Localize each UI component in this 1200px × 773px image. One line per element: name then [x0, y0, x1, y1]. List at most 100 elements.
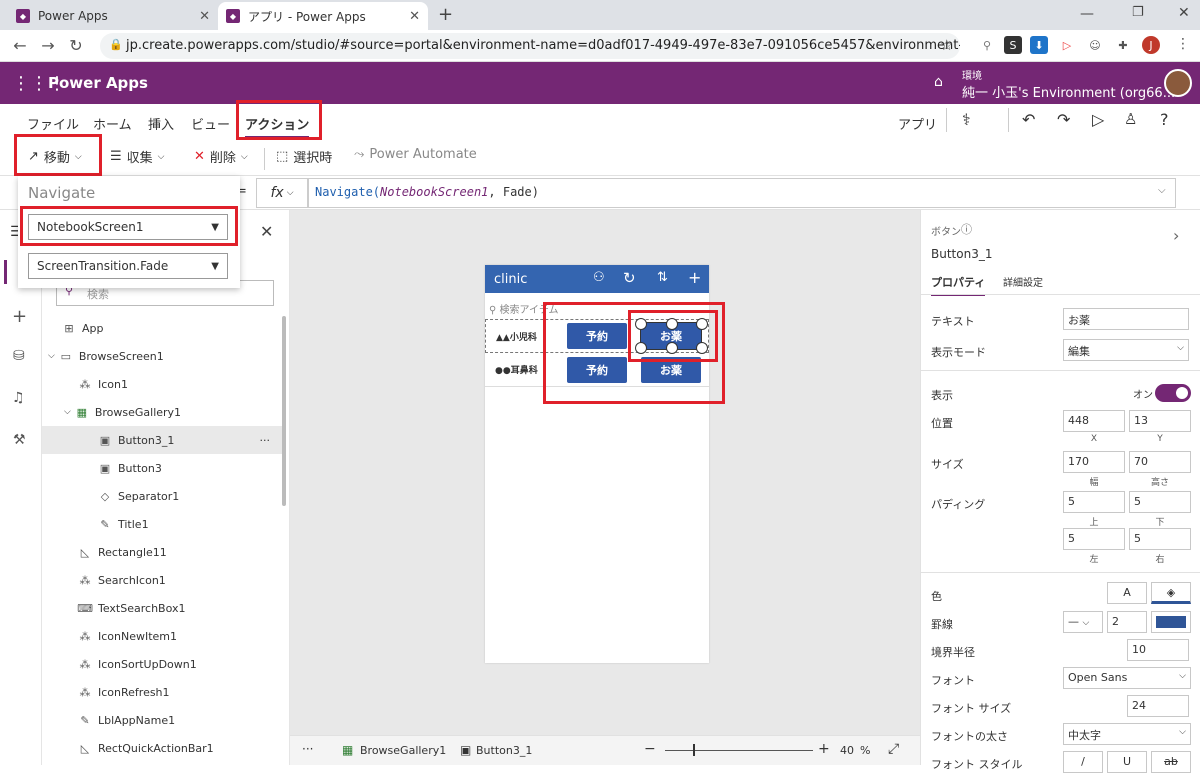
help-icon[interactable]: ? [1160, 110, 1169, 129]
app-menu[interactable]: アプリ [898, 114, 937, 133]
share-user-icon[interactable]: ♙ [1124, 110, 1137, 128]
pad-right-input[interactable]: 5 [1129, 528, 1191, 550]
zoom-slider[interactable] [665, 750, 813, 751]
width-input[interactable]: 170 [1063, 451, 1125, 473]
new-tab-icon[interactable]: + [438, 4, 453, 25]
media-icon[interactable]: ♫ [12, 390, 25, 406]
zoom-slider-thumb[interactable] [693, 744, 695, 756]
tree-node-button3-1[interactable]: ▣ Button3_1 ··· [42, 426, 284, 454]
add-icon[interactable]: + [688, 268, 701, 287]
font-weight-select[interactable]: 中太字 ⌵ [1063, 723, 1191, 745]
tree-node-screen[interactable]: ⌵ ▭ BrowseScreen1 [42, 342, 284, 370]
more-options-icon[interactable]: ··· [260, 434, 271, 447]
menu-file[interactable]: ファイル [27, 114, 79, 133]
onselect-button[interactable]: ⬚ 選択時 [276, 147, 332, 166]
fill-color-icon[interactable]: ◈ [1151, 582, 1191, 604]
extension-icon[interactable]: ▷ [1058, 36, 1076, 54]
browser-tab-1[interactable]: ◆ Power Apps ✕ [8, 2, 218, 30]
tree-node-icon1[interactable]: ⁂ Icon1 [42, 370, 284, 398]
close-window-icon[interactable]: ✕ [1178, 5, 1190, 21]
pad-left-input[interactable]: 5 [1063, 528, 1125, 550]
border-width-input[interactable]: 2 [1107, 611, 1147, 633]
tree-node-iconrefresh[interactable]: ⁂ IconRefresh1 [42, 678, 284, 706]
menu-view[interactable]: ビュー [191, 114, 230, 133]
fit-screen-icon[interactable]: ⤢ [888, 741, 899, 757]
tab-advanced[interactable]: 詳細設定 [1003, 274, 1043, 289]
tools-icon[interactable]: ⚒ [13, 432, 26, 448]
tree-node-lblappname[interactable]: ✎ LblAppName1 [42, 706, 284, 734]
sort-icon[interactable]: ⇅ [657, 270, 668, 285]
zoom-out-button[interactable]: − [644, 741, 656, 757]
italic-button[interactable]: / [1063, 751, 1103, 773]
tree-node-iconnew[interactable]: ⁂ IconNewItem1 [42, 622, 284, 650]
tree-node-rectquick[interactable]: ◺ RectQuickActionBar1 [42, 734, 284, 762]
menu-home[interactable]: ホーム [93, 114, 132, 133]
menu-insert[interactable]: 挿入 [148, 114, 174, 133]
redo-icon[interactable]: ↷ [1057, 110, 1070, 129]
border-style-select[interactable]: — ⌵ [1063, 611, 1103, 633]
pos-x-input[interactable]: 448 [1063, 410, 1125, 432]
strikethrough-button[interactable]: ab [1151, 751, 1191, 773]
text-color-button[interactable]: A [1107, 582, 1147, 604]
breadcrumb-gallery[interactable]: BrowseGallery1 [360, 744, 446, 757]
close-panel-icon[interactable]: ✕ [260, 222, 273, 241]
close-tab-icon[interactable]: ✕ [199, 9, 210, 24]
tree-node-button3[interactable]: ▣ Button3 [42, 454, 284, 482]
display-mode-select[interactable]: 編集 ⌵ [1063, 339, 1189, 361]
stethoscope-icon[interactable]: ⚕ [962, 110, 971, 129]
url-field[interactable]: 🔒 jp.create.powerapps.com/studio/#source… [100, 33, 960, 59]
zoom-in-button[interactable]: + [818, 741, 830, 757]
chevron-right-icon[interactable]: › [1173, 226, 1179, 245]
play-icon[interactable]: ▷ [1092, 110, 1104, 129]
tab-properties[interactable]: プロパティ [931, 274, 986, 296]
tree-node-gallery[interactable]: ⌵ ▦ BrowseGallery1 [42, 398, 284, 426]
back-icon[interactable]: ← [10, 36, 30, 55]
bookmark-star-icon[interactable]: ☆ [940, 36, 953, 54]
control-name[interactable]: Button3_1 [931, 247, 992, 261]
forward-icon[interactable]: → [38, 36, 58, 55]
user-avatar[interactable] [1164, 69, 1192, 97]
underline-button[interactable]: U [1107, 751, 1147, 773]
delete-button[interactable]: ✕ 削除 ⌵ [194, 147, 248, 166]
tree-node-textsearch[interactable]: ⌨ TextSearchBox1 [42, 594, 284, 622]
insert-plus-icon[interactable]: + [12, 306, 27, 327]
extension-icon[interactable]: ☺ [1086, 36, 1104, 54]
tree-scrollbar[interactable] [282, 316, 286, 506]
fx-button[interactable]: fx ⌵ [256, 178, 308, 208]
tree-node-searchicon[interactable]: ⁂ SearchIcon1 [42, 566, 284, 594]
transition-select[interactable]: ScreenTransition.Fade ▼ [28, 253, 228, 279]
minimize-icon[interactable]: — [1080, 6, 1094, 22]
tree-node-rectangle[interactable]: ◺ Rectangle11 [42, 538, 284, 566]
height-input[interactable]: 70 [1129, 451, 1191, 473]
formula-input[interactable]: Navigate(NotebookScreen1, Fade) [308, 178, 1176, 208]
browser-tab-2[interactable]: ◆ アプリ - Power Apps ✕ [218, 2, 428, 30]
profile-avatar[interactable]: J [1142, 36, 1160, 54]
tree-node-app[interactable]: ⊞ App [42, 314, 284, 342]
font-size-input[interactable]: 24 [1127, 695, 1189, 717]
refresh-icon[interactable]: ↻ [623, 269, 636, 287]
people-icon[interactable]: ⚇ [593, 270, 605, 285]
close-tab-icon[interactable]: ✕ [409, 9, 420, 24]
tree-node-title[interactable]: ✎ Title1 [42, 510, 284, 538]
extension-icon[interactable]: S [1004, 36, 1022, 54]
tree-node-iconsort[interactable]: ⁂ IconSortUpDown1 [42, 650, 284, 678]
undo-icon[interactable]: ↶ [1022, 110, 1035, 129]
breadcrumb-button[interactable]: Button3_1 [476, 744, 532, 757]
border-color-swatch[interactable] [1151, 611, 1191, 633]
more-breadcrumb-icon[interactable]: ··· [302, 742, 313, 756]
visible-toggle[interactable] [1155, 384, 1191, 402]
extension-icon[interactable]: ⚲ [978, 36, 996, 54]
restore-icon[interactable]: ❐ [1132, 5, 1144, 20]
kebab-menu-icon[interactable]: ⋮ [1176, 36, 1190, 52]
collect-button[interactable]: ☰ 収集 ⌵ [110, 147, 165, 166]
power-automate-button[interactable]: ⤳ Power Automate [354, 147, 477, 162]
font-select[interactable]: Open Sans ⌵ [1063, 667, 1191, 689]
environment-name[interactable]: 純一 小玉's Environment (org66... [962, 82, 1175, 101]
border-radius-input[interactable]: 10 [1127, 639, 1189, 661]
puzzle-icon[interactable]: ✚ [1114, 36, 1132, 54]
download-extension-icon[interactable]: ⬇ [1030, 36, 1048, 54]
pos-y-input[interactable]: 13 [1129, 410, 1191, 432]
data-cylinder-icon[interactable]: ⛁ [13, 348, 25, 364]
reload-icon[interactable]: ↻ [66, 36, 86, 55]
text-property-input[interactable]: お薬 [1063, 308, 1189, 330]
